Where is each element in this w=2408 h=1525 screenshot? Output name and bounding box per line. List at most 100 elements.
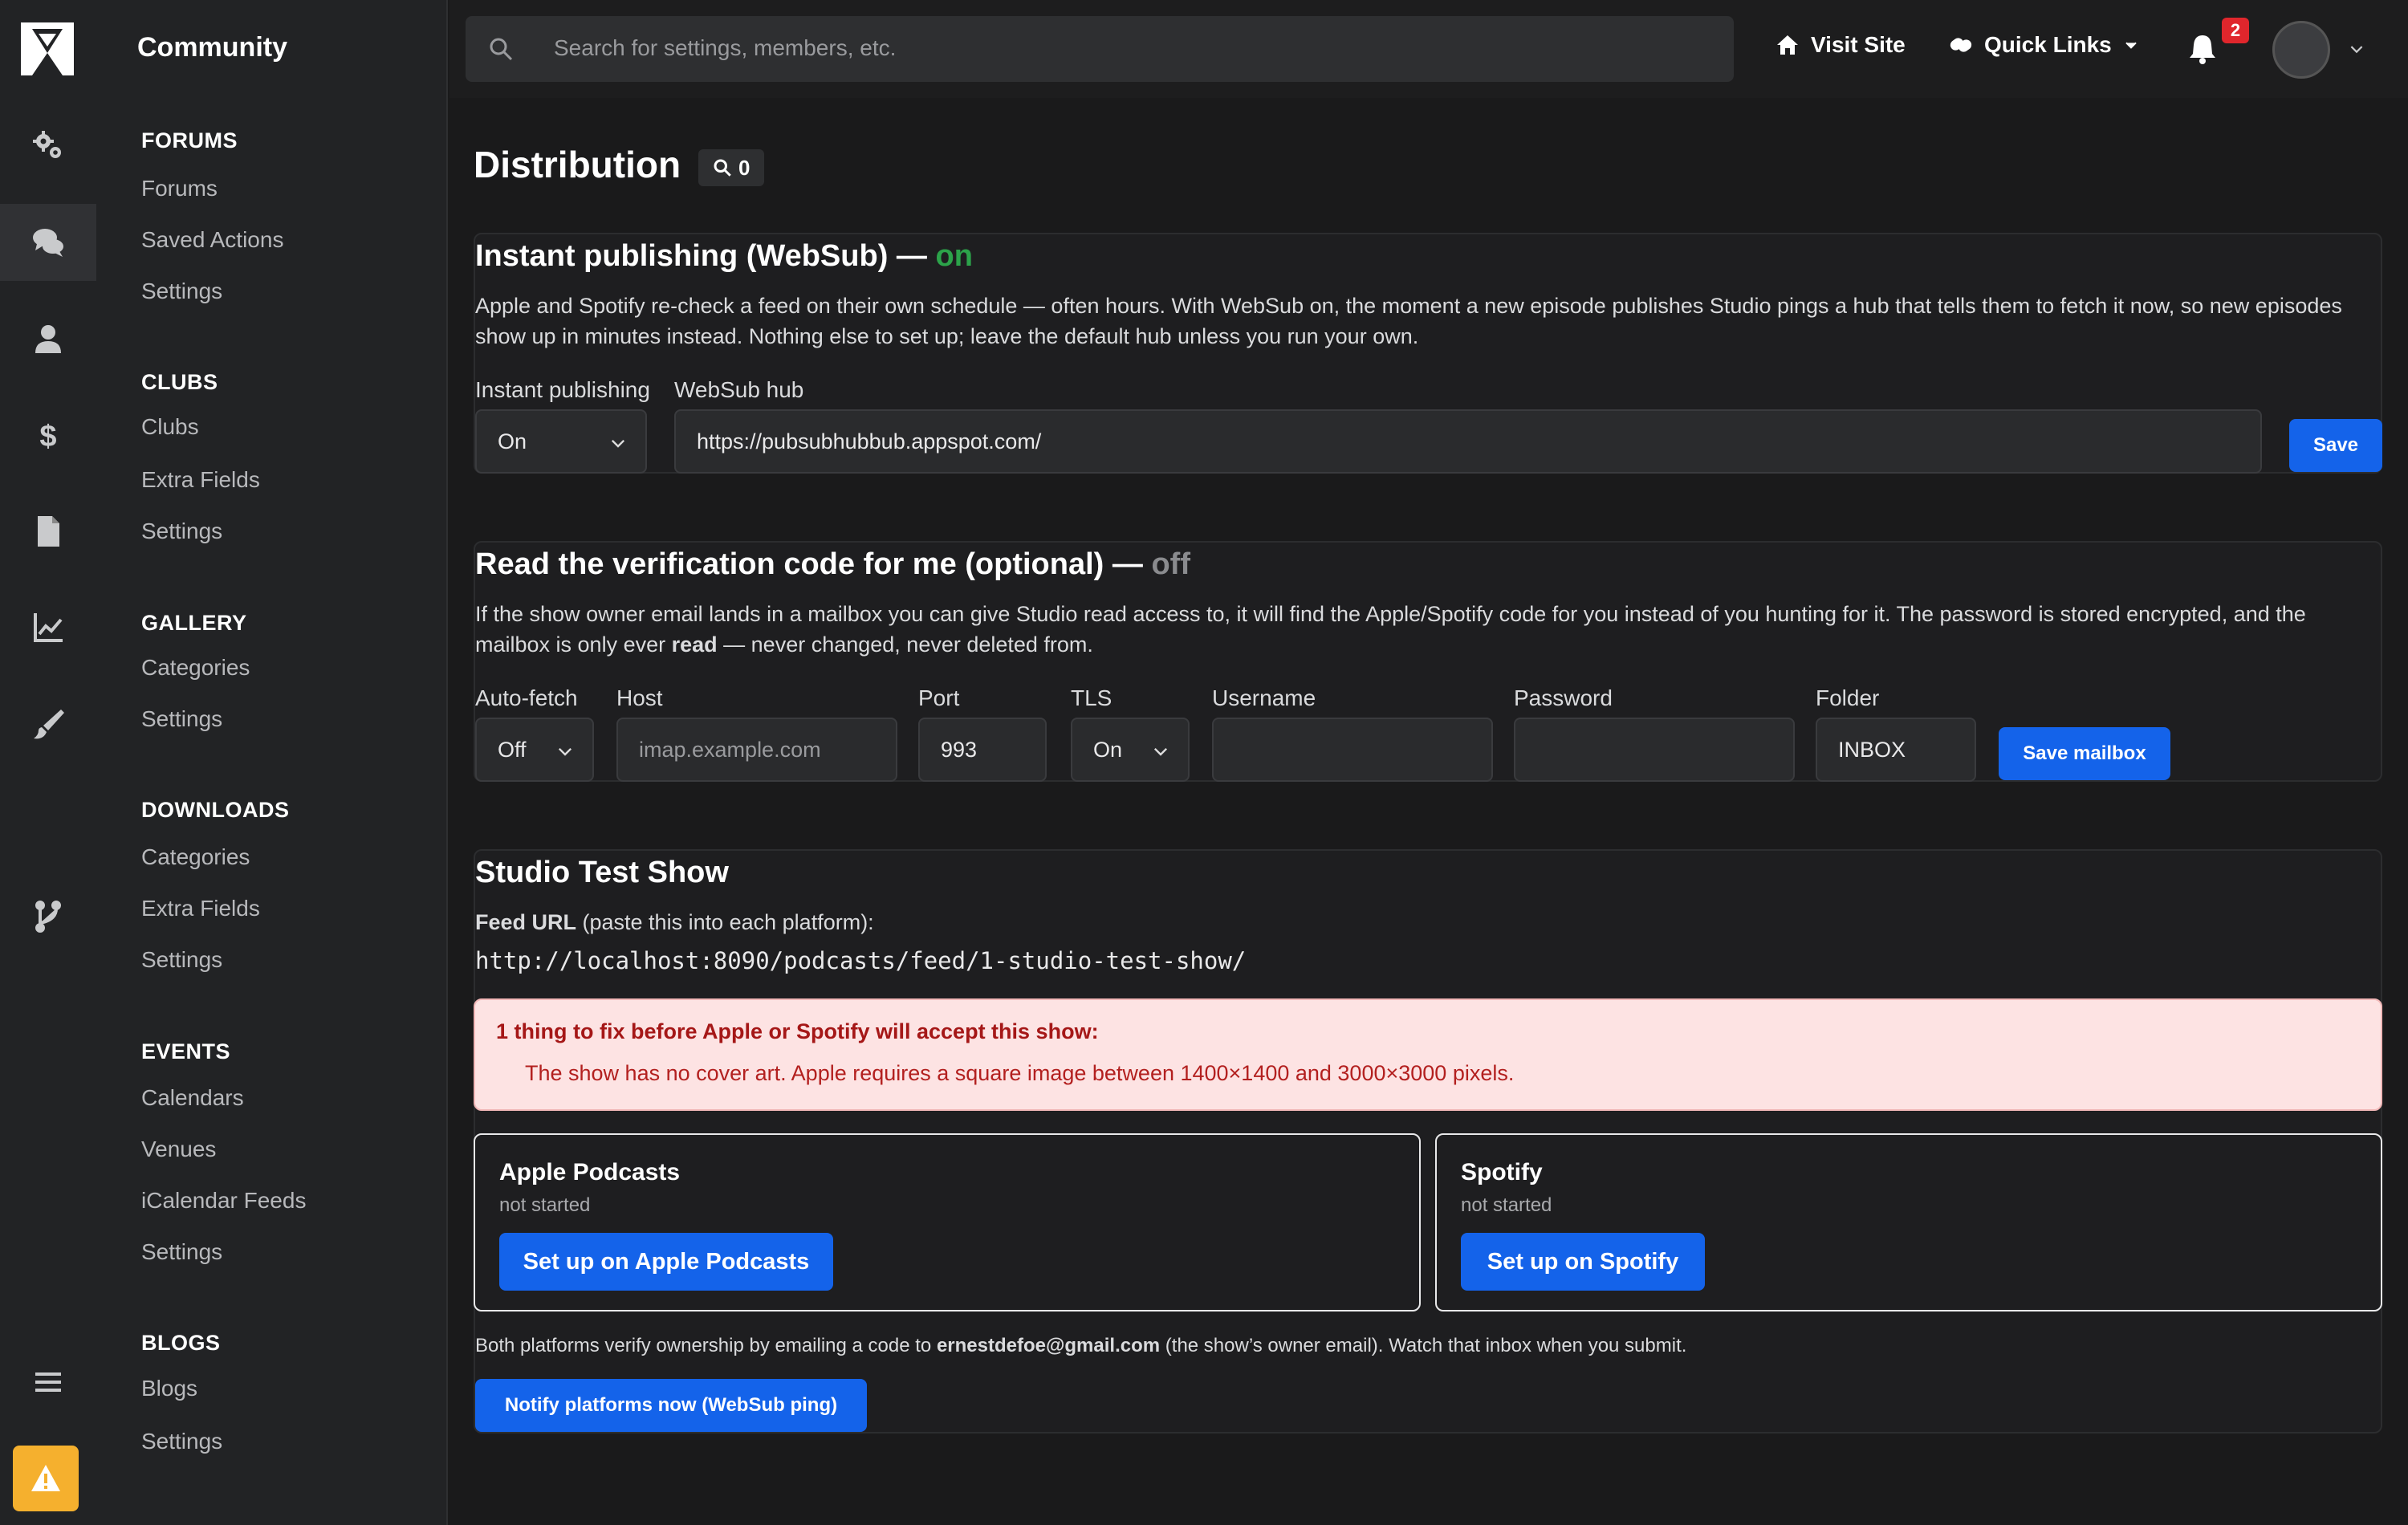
- port-label: Port: [918, 685, 960, 710]
- instant-publishing-select[interactable]: On: [475, 409, 647, 474]
- websub-description: Apple and Spotify re-check a feed on the…: [475, 294, 2342, 348]
- apple-card-title: Apple Podcasts: [499, 1159, 681, 1185]
- brush-icon[interactable]: [0, 685, 96, 762]
- nav-section-clubs: CLUBS: [141, 370, 218, 394]
- nav-link-downloads-extra-fields[interactable]: Extra Fields: [141, 896, 260, 921]
- logo-icon[interactable]: [21, 22, 74, 75]
- home-icon: [1777, 35, 1798, 55]
- search-icon: [714, 159, 731, 177]
- port-input[interactable]: 993: [918, 718, 1047, 782]
- warning-icon[interactable]: [13, 1446, 79, 1511]
- verification-title: Read the verification code for me (optio…: [475, 547, 1190, 582]
- chart-icon[interactable]: [0, 589, 96, 666]
- password-input[interactable]: [1514, 718, 1795, 782]
- verification-panel: Read the verification code for me (optio…: [474, 541, 2382, 782]
- avatar[interactable]: [2272, 21, 2330, 79]
- host-label: Host: [616, 685, 663, 710]
- nav-link-blogs[interactable]: Blogs: [141, 1376, 197, 1401]
- feed-url-label: Feed URL (paste this into each platform)…: [475, 907, 2377, 937]
- nav-link-clubs-extra-fields[interactable]: Extra Fields: [141, 467, 260, 493]
- chevron-down-icon: [1153, 747, 1168, 756]
- verification-note-a: Both platforms verify ownership by email…: [475, 1335, 937, 1356]
- chevron-down-icon: [611, 439, 625, 448]
- apple-card-status: not started: [499, 1194, 591, 1216]
- instant-publishing-value: On: [498, 429, 527, 453]
- port-value: 993: [941, 738, 978, 762]
- spotify-card-status: not started: [1461, 1194, 1552, 1216]
- branch-icon[interactable]: [0, 878, 96, 955]
- nav-link-forums-settings[interactable]: Settings: [141, 279, 222, 304]
- nav-link-icalendar-feeds[interactable]: iCalendar Feeds: [141, 1188, 306, 1214]
- bell-icon[interactable]: [2186, 32, 2219, 66]
- apple-setup-button[interactable]: Set up on Apple Podcasts: [499, 1233, 833, 1291]
- username-label: Username: [1212, 685, 1316, 710]
- sidebar-nav: Community FORUMS Forums Saved Actions Se…: [96, 0, 448, 1525]
- quick-links-label: Quick Links: [1984, 32, 2112, 57]
- brand-title[interactable]: Community: [137, 32, 287, 63]
- tls-value: On: [1093, 738, 1123, 762]
- nav-link-venues[interactable]: Venues: [141, 1137, 216, 1162]
- autofetch-value: Off: [498, 738, 527, 762]
- websub-save-button[interactable]: Save: [2289, 419, 2382, 472]
- nav-link-saved-actions[interactable]: Saved Actions: [141, 227, 283, 253]
- folder-input[interactable]: INBOX: [1816, 718, 1976, 782]
- websub-state: on: [935, 239, 973, 273]
- nav-link-calendars[interactable]: Calendars: [141, 1085, 244, 1111]
- search-input[interactable]: Search for settings, members, etc.: [466, 16, 1734, 82]
- show-title: Studio Test Show: [475, 856, 729, 889]
- chevron-down-icon: [558, 747, 572, 756]
- search-placeholder: Search for settings, members, etc.: [554, 35, 897, 60]
- nav-link-forums[interactable]: Forums: [141, 176, 218, 201]
- websub-hub-label: WebSub hub: [674, 377, 804, 402]
- nav-link-gallery-categories[interactable]: Categories: [141, 655, 250, 681]
- search-count-badge[interactable]: 0: [698, 149, 765, 186]
- websub-hub-value: https://pubsubhubbub.appspot.com/: [697, 429, 1042, 453]
- nav-section-events: EVENTS: [141, 1039, 231, 1063]
- verification-note: Both platforms verify ownership by email…: [475, 1331, 2377, 1361]
- user-icon[interactable]: [0, 300, 96, 377]
- nav-link-events-settings[interactable]: Settings: [141, 1239, 222, 1265]
- alert-title: 1 thing to fix before Apple or Spotify w…: [496, 1019, 1099, 1043]
- nav-link-downloads-categories[interactable]: Categories: [141, 844, 250, 870]
- save-mailbox-button[interactable]: Save mailbox: [1999, 727, 2170, 780]
- search-icon: [490, 38, 513, 61]
- verification-title-text: Read the verification code for me (optio…: [475, 547, 1143, 581]
- visit-site-link[interactable]: Visit Site: [1775, 32, 1906, 58]
- nav-link-clubs-settings[interactable]: Settings: [141, 518, 222, 544]
- visit-site-label: Visit Site: [1811, 32, 1906, 57]
- host-placeholder: imap.example.com: [639, 738, 821, 762]
- document-icon[interactable]: [0, 493, 96, 570]
- tls-select[interactable]: On: [1071, 718, 1190, 782]
- menu-icon[interactable]: [0, 1344, 96, 1421]
- settings-icon[interactable]: [0, 108, 96, 185]
- folder-label: Folder: [1816, 685, 1880, 710]
- top-bar: Search for settings, members, etc. Visit…: [449, 0, 2408, 98]
- verification-desc-bold: read: [671, 632, 718, 657]
- nav-section-downloads: DOWNLOADS: [141, 798, 290, 822]
- feed-url[interactable]: http://localhost:8090/podcasts/feed/1-st…: [475, 946, 2377, 976]
- username-input[interactable]: [1212, 718, 1493, 782]
- notify-platforms-button[interactable]: Notify platforms now (WebSub ping): [475, 1379, 867, 1432]
- nav-link-clubs[interactable]: Clubs: [141, 414, 199, 440]
- nav-link-gallery-settings[interactable]: Settings: [141, 706, 222, 732]
- page-title: Distribution: [474, 144, 681, 185]
- verification-description: If the show owner email lands in a mailb…: [475, 599, 2377, 660]
- dollar-icon[interactable]: $: [0, 396, 96, 474]
- instant-publishing-label: Instant publishing: [475, 377, 650, 402]
- folder-value: INBOX: [1838, 738, 1906, 762]
- websub-panel: Instant publishing (WebSub) — on Apple a…: [474, 233, 2382, 474]
- spotify-setup-button[interactable]: Set up on Spotify: [1461, 1233, 1705, 1291]
- chevron-down-icon[interactable]: [2348, 40, 2365, 58]
- nav-link-downloads-settings[interactable]: Settings: [141, 947, 222, 973]
- websub-title-text: Instant publishing (WebSub) —: [475, 239, 927, 273]
- websub-hub-input[interactable]: https://pubsubhubbub.appspot.com/: [674, 409, 2262, 474]
- autofetch-select[interactable]: Off: [475, 718, 594, 782]
- quick-links-dropdown[interactable]: Quick Links: [1949, 32, 2139, 58]
- autofetch-label: Auto-fetch: [475, 685, 578, 710]
- verification-desc-b: — never changed, never deleted from.: [717, 632, 1093, 657]
- verification-state: off: [1151, 547, 1190, 581]
- chat-icon[interactable]: [0, 204, 96, 281]
- nav-link-blogs-settings[interactable]: Settings: [141, 1429, 222, 1454]
- search-count: 0: [738, 155, 750, 180]
- host-input[interactable]: imap.example.com: [616, 718, 897, 782]
